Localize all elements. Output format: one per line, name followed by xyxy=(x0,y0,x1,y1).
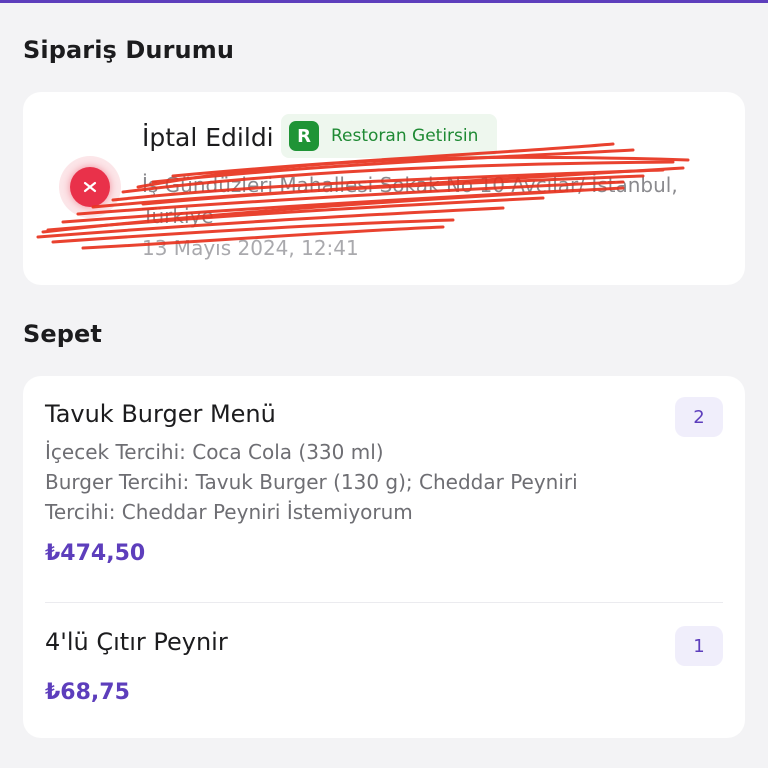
basket-item[interactable]: Tavuk Burger Menü İçecek Tercihi: Coca C… xyxy=(45,400,723,566)
order-status-title: Sipariş Durumu xyxy=(23,36,235,64)
item-price: ₺474,50 xyxy=(45,541,146,566)
item-name: Tavuk Burger Menü xyxy=(45,400,276,428)
item-option-line: Tercihi: Cheddar Peyniri İstemiyorum xyxy=(45,500,413,524)
restaurant-delivery-icon: R xyxy=(289,121,319,151)
order-date: 13 Mayıs 2024, 12:41 xyxy=(142,236,359,260)
delivery-address: İş Gündüzleri Mahallesi Sokak No 10 Avcı… xyxy=(142,173,678,228)
item-divider xyxy=(45,602,723,603)
item-price: ₺68,75 xyxy=(45,680,130,705)
item-options: İçecek Tercihi: Coca Cola (330 ml) Burge… xyxy=(45,437,723,527)
order-status-label: İptal Edildi xyxy=(142,123,274,152)
basket-card: Tavuk Burger Menü İçecek Tercihi: Coca C… xyxy=(23,376,745,738)
order-status-card: İptal Edildi R Restoran Getirsin İş Günd… xyxy=(23,92,745,285)
basket-item[interactable]: 4'lü Çıtır Peynir ₺68,75 xyxy=(45,628,723,705)
top-accent-bar xyxy=(0,0,768,3)
delivery-type-label: Restoran Getirsin xyxy=(331,126,479,146)
delivery-type-badge: R Restoran Getirsin xyxy=(281,114,497,158)
item-option-line: İçecek Tercihi: Coca Cola (330 ml) xyxy=(45,440,384,464)
basket-title: Sepet xyxy=(23,320,102,348)
item-option-line: Burger Tercihi: Tavuk Burger (130 g); Ch… xyxy=(45,470,578,494)
item-name: 4'lü Çıtır Peynir xyxy=(45,628,228,656)
cancel-x-icon xyxy=(59,156,121,218)
quantity-badge: 2 xyxy=(675,397,723,437)
quantity-badge: 1 xyxy=(675,626,723,666)
